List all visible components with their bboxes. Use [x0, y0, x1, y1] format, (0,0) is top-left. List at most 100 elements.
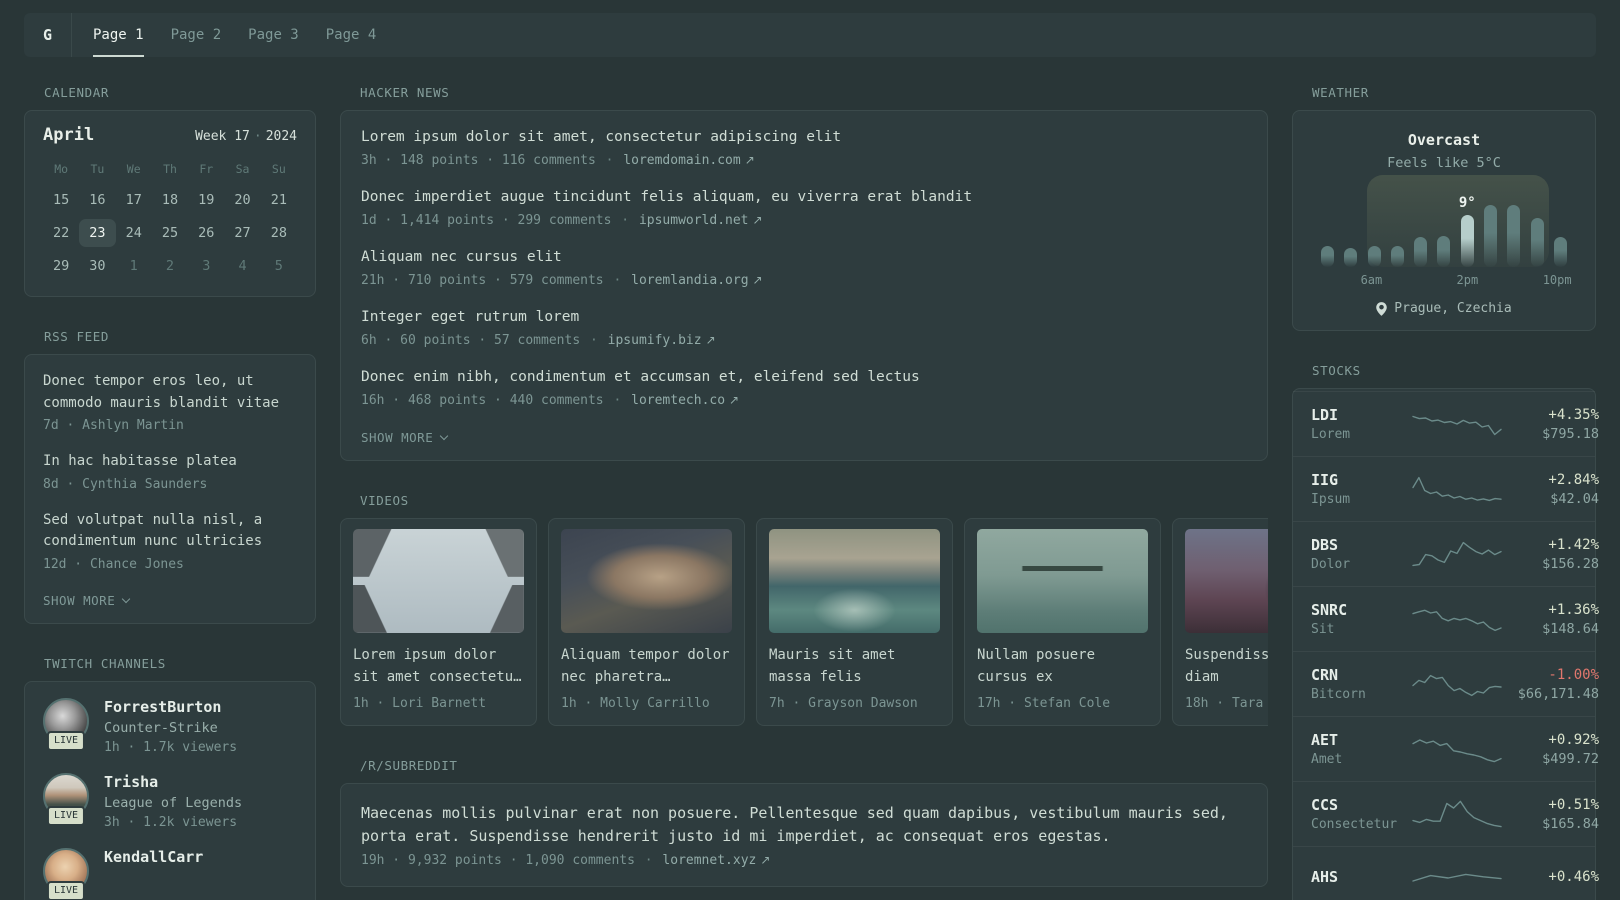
stock-row[interactable]: AET Amet +0.92% $499.72 [1293, 716, 1599, 781]
weather-temp-label: 9° [1458, 194, 1476, 211]
rss-item-title[interactable]: In hac habitasse platea [43, 451, 297, 473]
stock-change: +0.51% [1548, 796, 1599, 813]
video-title[interactable]: Lorem ipsum dolor sit amet consectetu… [353, 645, 524, 688]
video-title[interactable]: Aliquam tempor dolor nec pharetra… [561, 645, 732, 688]
right-column: WEATHER Overcast Feels like 5°C 9° 6am 2… [1292, 85, 1599, 900]
video-meta: 7h · Grayson Dawson [769, 696, 918, 711]
rss-show-more-button[interactable]: SHOW MORE [43, 593, 131, 608]
hn-item-domain-link[interactable]: ipsumify.biz [608, 333, 702, 348]
twitch-channel-name[interactable]: KendallCarr [104, 848, 203, 866]
stock-row[interactable]: CCS Consectetur +0.51% $165.84 [1293, 781, 1599, 846]
calendar-day: 3 [202, 258, 211, 274]
twitch-channel-name[interactable]: ForrestBurton [104, 698, 237, 716]
stock-row[interactable]: IIG Ipsum +2.84% $42.04 [1293, 456, 1599, 521]
video-thumbnail[interactable] [1185, 529, 1268, 633]
calendar-day: 24 [125, 225, 142, 241]
calendar-day: 21 [270, 192, 287, 208]
reddit-post-title[interactable]: Maecenas mollis pulvinar erat non posuer… [361, 802, 1247, 848]
twitch-channel-meta: 3h · 1.2k viewers [104, 814, 238, 830]
rss-item: Sed volutpat nulla nisl, a condimentum n… [43, 510, 297, 572]
hn-item-title[interactable]: Integer eget rutrum lorem [361, 307, 1247, 328]
stocks-section-title: STOCKS [1312, 363, 1361, 378]
hn-item-title[interactable]: Donec enim nibh, condimentum et accumsan… [361, 367, 1247, 388]
stock-values: +1.42% $156.28 [1503, 537, 1599, 572]
video-thumbnail[interactable] [353, 529, 524, 633]
video-card[interactable]: Suspendisse auctor diam 18h · Tara Romer… [1172, 518, 1268, 726]
twitch-channel-name[interactable]: Trisha [104, 773, 242, 791]
reddit-post-meta: 19h · 9,932 points · 1,090 comments · lo… [361, 853, 771, 868]
video-meta: 17h · Stefan Cole [977, 696, 1111, 711]
weather-condition: Overcast [1407, 131, 1481, 149]
twitch-section: TWITCH CHANNELS LIVE ForrestBurton Count… [24, 656, 316, 900]
hn-item-domain-link[interactable]: loremdomain.com [623, 153, 740, 168]
nav-tab[interactable]: Page 1 [93, 13, 144, 57]
calendar-weekday-label: Sa [235, 162, 250, 176]
calendar-week: Week 17 [195, 129, 250, 144]
hn-item-title[interactable]: Lorem ipsum dolor sit amet, consectetur … [361, 127, 1247, 148]
videos-section-title: VIDEOS [360, 493, 409, 508]
stock-sparkline-chart [1412, 609, 1502, 632]
stock-row[interactable]: SNRC Sit +1.36% $148.64 [1293, 586, 1599, 651]
hn-show-more-button[interactable]: SHOW MORE [361, 430, 449, 445]
stock-row[interactable]: CRN Bitcorn -1.00% $66,171.48 [1293, 651, 1599, 716]
video-thumbnail[interactable] [561, 529, 732, 633]
video-title[interactable]: Suspendisse auctor diam [1185, 645, 1268, 688]
stock-values: +0.92% $499.72 [1503, 732, 1599, 767]
weather-section-title: WEATHER [1312, 85, 1369, 100]
hn-item-meta: 16h · 468 points · 440 comments · loremt… [361, 393, 740, 408]
stock-name: Amet [1311, 752, 1343, 767]
nav-tab[interactable]: Page 3 [248, 13, 299, 57]
stock-price: $165.84 [1542, 815, 1599, 832]
video-card[interactable]: Aliquam tempor dolor nec pharetra… 1h · … [548, 518, 745, 726]
separator-dot: · [605, 273, 630, 288]
stock-symbol: AET [1311, 731, 1339, 749]
stock-row[interactable]: DBS Dolor +1.42% $156.28 [1293, 521, 1599, 586]
video-thumbnail[interactable] [977, 529, 1148, 633]
video-title[interactable]: Mauris sit amet massa felis [769, 645, 940, 688]
twitch-channel-row[interactable]: LIVE KendallCarr [43, 847, 297, 900]
hn-item-title[interactable]: Aliquam nec cursus elit [361, 247, 1247, 268]
hn-item-domain-link[interactable]: loremlandia.org [631, 273, 748, 288]
rss-item: In hac habitasse platea 8d · Cynthia Sau… [43, 451, 297, 492]
twitch-channel-info: ForrestBurton Counter-Strike 1h · 1.7k v… [104, 698, 237, 755]
stock-row[interactable]: AHS +0.46% [1293, 846, 1599, 900]
video-meta: 1h · Molly Carrillo [561, 696, 710, 711]
hn-item-domain-link[interactable]: ipsumworld.net [639, 213, 749, 228]
twitch-widget: LIVE ForrestBurton Counter-Strike 1h · 1… [24, 680, 316, 900]
twitch-channel-row[interactable]: LIVE ForrestBurton Counter-Strike 1h · 1… [43, 697, 297, 755]
subreddit-section-title: /R/SUBREDDIT [360, 758, 458, 773]
video-card[interactable]: Nullam posuere cursus ex 17h · Stefan Co… [964, 518, 1161, 726]
nav-tab[interactable]: Page 4 [326, 13, 377, 57]
hn-item-domain-link[interactable]: loremtech.co [631, 393, 725, 408]
dashboard-page: G Page 1 Page 2 Page 3 Page 4 CALENDAR A… [0, 0, 1620, 900]
calendar-grid: Mo Tu We Th Fr Sa Su 15 16 17 18 19 20 2… [43, 159, 297, 280]
stock-sparkline-wrap [1411, 602, 1503, 636]
stock-sparkline-chart [1412, 873, 1502, 882]
live-badge: LIVE [46, 880, 86, 900]
app-logo[interactable]: G [24, 13, 72, 57]
stock-identity: AHS [1311, 868, 1411, 889]
video-thumbnail[interactable] [769, 529, 940, 633]
stock-row[interactable]: LDI Lorem +4.35% $795.18 [1293, 391, 1599, 456]
twitch-channel-row[interactable]: LIVE Trisha League of Legends 3h · 1.2k … [43, 772, 297, 830]
hn-item-title[interactable]: Donec imperdiet augue tincidunt felis al… [361, 187, 1247, 208]
weather-bar [1507, 204, 1521, 267]
stock-sparkline-chart [1412, 415, 1502, 436]
calendar-month: April [43, 125, 95, 145]
video-card[interactable]: Lorem ipsum dolor sit amet consectetu… 1… [340, 518, 537, 726]
rss-item-meta: 12d · Chance Jones [43, 556, 184, 572]
rss-item-title[interactable]: Sed volutpat nulla nisl, a condimentum n… [43, 510, 297, 553]
stock-name: Bitcorn [1311, 687, 1366, 702]
reddit-post-domain-link[interactable]: loremnet.xyz [662, 853, 756, 868]
stock-change: +0.92% [1548, 731, 1599, 748]
nav-tab[interactable]: Page 2 [171, 13, 222, 57]
weather-bar [1414, 236, 1428, 267]
calendar-day: 30 [89, 258, 106, 274]
video-title[interactable]: Nullam posuere cursus ex [977, 645, 1148, 688]
left-column: CALENDAR April Week 17 · 2024 Mo Tu We T… [24, 85, 316, 900]
video-card[interactable]: Mauris sit amet massa felis 7h · Grayson… [756, 518, 953, 726]
stock-name: Ipsum [1311, 492, 1351, 507]
separator-dot: · [636, 853, 661, 868]
stock-values: +1.36% $148.64 [1503, 602, 1599, 637]
rss-item-title[interactable]: Donec tempor eros leo, ut commodo mauris… [43, 371, 297, 414]
